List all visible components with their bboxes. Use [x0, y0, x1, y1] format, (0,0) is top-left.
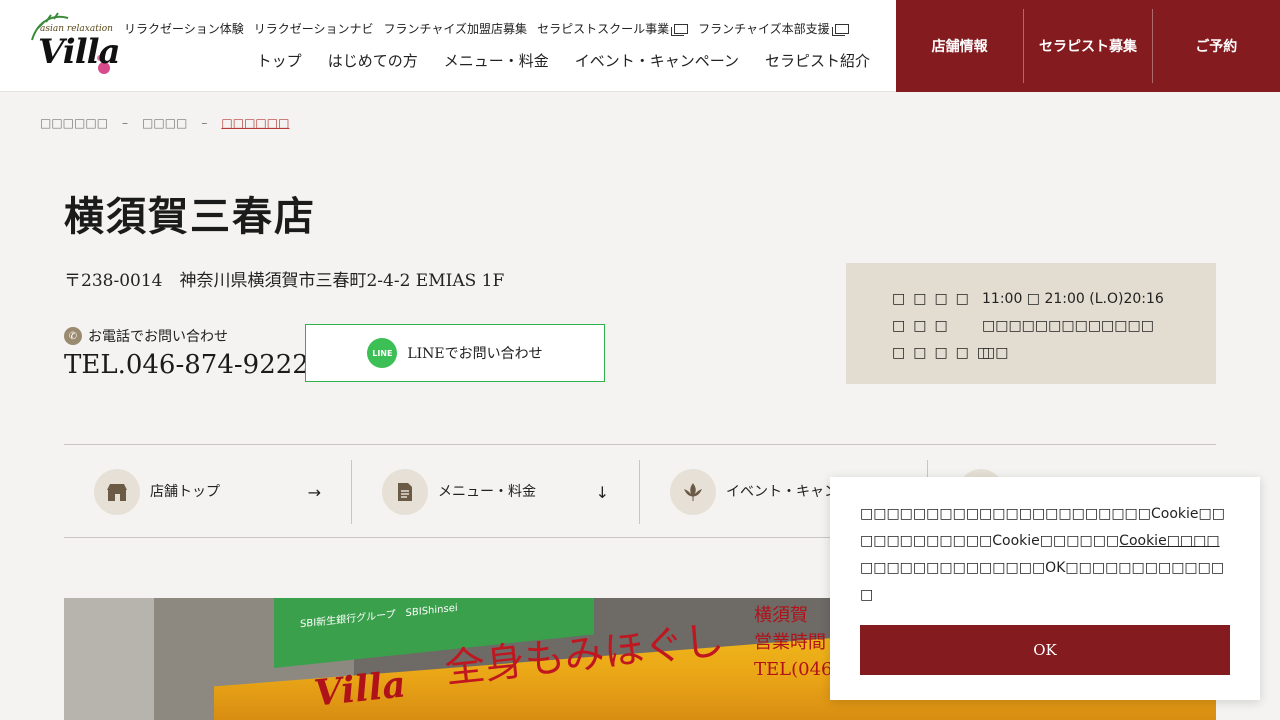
info-value: □□ [982, 344, 1009, 361]
top-link-label: フランチャイズ加盟店募集 [383, 22, 528, 36]
breadcrumb-separator: – [122, 116, 129, 130]
subnav-store-top[interactable]: 店舗トップ → [64, 460, 352, 524]
breadcrumb-item-current[interactable]: □□□□□□ [221, 116, 289, 130]
top-link[interactable]: フランチャイズ本部支援 [698, 20, 849, 37]
top-link[interactable]: リラクゼーション体験 [124, 20, 244, 37]
phone-label: ✆ お電話でお問い合わせ [64, 326, 228, 346]
subnav-label: 店舗トップ [150, 483, 220, 500]
flower-icon [670, 469, 716, 515]
info-value: □□□□□□□□□□□□□ [982, 317, 1154, 334]
info-key: □□□□ [892, 290, 977, 307]
shop-icon [94, 469, 140, 515]
logo-text: Villa [38, 32, 121, 72]
arrow-right-icon: → [307, 482, 321, 502]
document-icon [382, 469, 428, 515]
top-link[interactable]: フランチャイズ加盟店募集 [384, 20, 528, 37]
line-icon: LINE [367, 338, 398, 368]
main-nav-item[interactable]: イベント・キャンペーン [575, 50, 739, 71]
top-links: リラクゼーション体験 リラクゼーションナビ フランチャイズ加盟店募集 セラピストスクー… [124, 20, 849, 37]
subnav-label: メニュー・料金 [438, 483, 536, 500]
breadcrumb: □□□□□□ – □□□□ – □□□□□□ [40, 116, 289, 130]
cookie-policy-link[interactable]: Cookie□□□□ [1119, 533, 1219, 549]
top-link-label: リラクゼーションナビ [253, 22, 374, 36]
line-contact-button[interactable]: LINE LINEでお問い合わせ [305, 324, 605, 382]
reservation-button[interactable]: ご予約 [1153, 9, 1280, 83]
cookie-message: □□□□□□□□□□□□□□□□□□□□□□Cookie□□□□□□□□□□□□… [860, 501, 1230, 609]
header-actions: 店舗情報 セラピスト募集 ご予約 [896, 0, 1280, 92]
info-value: 11:00 □ 21:00 (L.O)20:16 [982, 290, 1164, 307]
main-nav-item[interactable]: トップ [257, 50, 302, 71]
top-link-label: リラクゼーション体験 [124, 22, 244, 36]
store-address: 〒238-0014 神奈川県横須賀市三春町2-4-2 EMIAS 1F [64, 271, 505, 291]
main-nav-item[interactable]: セラピスト紹介 [765, 50, 870, 71]
info-row-holiday: □□□ □□□□□□□□□□□□□ [892, 312, 1216, 339]
main-nav-item[interactable]: はじめての方 [328, 50, 418, 71]
top-link-label: セラピストスクール事業 [537, 22, 670, 36]
top-link-label: フランチャイズ本部支援 [698, 22, 830, 36]
store-info-button[interactable]: 店舗情報 [896, 9, 1025, 83]
store-info-box: □□□□ 11:00 □ 21:00 (L.O)20:16 □□□ □□□□□□… [846, 263, 1216, 384]
external-link-icon [671, 23, 689, 36]
site-header: asian relaxation Villa リラクゼーション体験 リラクゼーショ… [0, 0, 1280, 92]
cookie-text-part: □□□□□□□□□□□□□□OK□□□□□□□□□□□□□ [860, 560, 1225, 603]
phone-number[interactable]: TEL.046-874-9222 [64, 350, 309, 380]
subnav-menu[interactable]: メニュー・料金 ↓ [352, 460, 640, 524]
main-nav: トップ はじめての方 メニュー・料金 イベント・キャンペーン セラピスト紹介 [257, 50, 870, 71]
cookie-banner: □□□□□□□□□□□□□□□□□□□□□□Cookie□□□□□□□□□□□□… [830, 477, 1260, 700]
cookie-accept-button[interactable]: OK [860, 625, 1230, 675]
info-key: □□□ [892, 317, 956, 334]
top-link[interactable]: セラピストスクール事業 [537, 20, 689, 37]
breadcrumb-item-home[interactable]: □□□□□□ [40, 116, 108, 130]
breadcrumb-separator: – [201, 116, 208, 130]
phone-label-text: お電話でお問い合わせ [88, 329, 228, 345]
villa-logo[interactable]: asian relaxation Villa [24, 10, 121, 82]
line-button-label: LINEでお問い合わせ [407, 346, 543, 362]
therapist-recruit-button[interactable]: セラピスト募集 [1024, 9, 1153, 83]
external-link-icon [831, 23, 849, 36]
info-key: □□□□□ [892, 344, 999, 361]
arrow-down-icon: ↓ [595, 482, 609, 502]
main-nav-item[interactable]: メニュー・料金 [444, 50, 549, 71]
breadcrumb-item-stores[interactable]: □□□□ [142, 116, 187, 130]
green-sign-text: SBI新生銀行グループ SBIShinsei [300, 602, 458, 631]
info-row-parking: □□□□□ □□ [892, 339, 1216, 366]
info-row-hours: □□□□ 11:00 □ 21:00 (L.O)20:16 [892, 285, 1216, 312]
top-link[interactable]: リラクゼーションナビ [254, 20, 374, 37]
page-title: 横須賀三春店 [64, 193, 316, 240]
phone-icon: ✆ [64, 327, 82, 345]
